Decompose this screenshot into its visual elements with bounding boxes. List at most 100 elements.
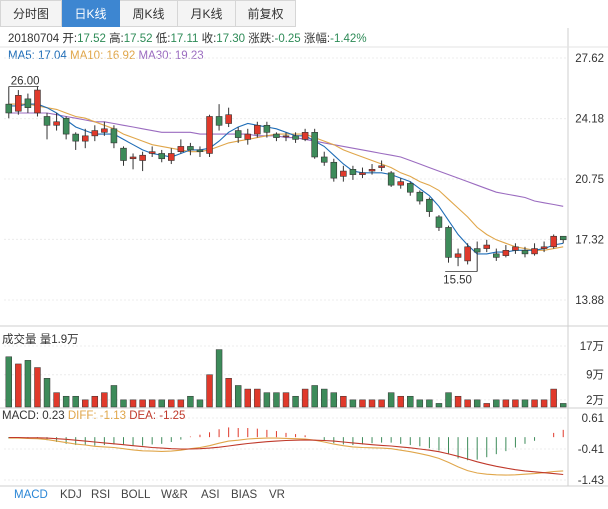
volume-bar [387,392,395,408]
dea-value: DEA: -1.25 [129,410,186,422]
indicator-tab-vr[interactable]: VR [269,489,285,501]
volume-bar [215,349,223,408]
candle-body [110,128,118,144]
candle-body [187,146,194,151]
volume-bar [340,395,347,408]
volume-bar [72,395,79,408]
price-tick-label: 24.18 [575,114,604,126]
volume-bar [426,399,433,408]
volume-bar [5,356,12,408]
candle-body [168,153,175,161]
candle-body [139,154,146,161]
volume-bar [397,395,404,408]
volume-bar [273,392,280,408]
candle-body [512,246,519,251]
volume-bar [416,399,424,408]
volume-bar [560,403,567,408]
volume-bar [292,395,299,408]
macd-value: MACD: 0.23 [2,410,65,422]
indicator-tab-asi[interactable]: ASI [201,489,220,501]
volume-bar [206,374,213,408]
volume-bar [91,395,99,408]
volume-bar [550,388,557,408]
kline-chart: 27.62 24.18 20.75 17.32 13.88 26.00 15.50 17万 9万… [0,28,608,487]
candle-body [91,130,99,137]
diff-value: DIFF: -1.13 [67,410,126,422]
candle-body [483,244,491,249]
candle-body [120,147,127,161]
candle-body [292,135,299,140]
macd-label: MACD: 0.23 DIFF: -1.13 DEA: -1.25 [2,410,185,422]
volume-label: 成交量 量1.9万 [2,334,79,346]
indicator-tab-bias[interactable]: BIAS [231,489,257,501]
volume-bar [473,399,481,408]
candle-body [320,156,328,163]
diff-line [8,437,564,476]
candle-body [368,169,376,172]
volume-bar [282,392,290,408]
volume-tick-label: 2万 [586,395,604,407]
volume-bar [187,395,194,408]
candle-body [196,149,204,153]
candle-body [301,132,309,140]
volume-bar [407,395,414,408]
candle-body [378,165,385,168]
candle-body [454,253,462,258]
indicator-tab-wr[interactable]: W&R [161,489,188,501]
candle-body [244,133,252,140]
candle-body [464,246,471,262]
price-tick-label: 27.62 [575,53,604,65]
candle-body [493,253,500,258]
price-tick-label: 17.32 [575,234,604,246]
candle-body [416,191,424,202]
candle-body [435,216,443,228]
volume-bar [512,399,519,408]
volume-bar [321,388,328,408]
volume-bar [244,388,251,408]
candle-body [24,98,32,108]
price-tick-label: 20.75 [575,174,604,186]
volume-bar [540,399,548,408]
candle-body [53,121,60,126]
volume-bar [531,399,538,408]
volume-bar [34,367,41,408]
indicator-tab-boll[interactable]: BOLL [121,489,150,501]
ma10-line [8,103,564,251]
candle-body [550,235,557,248]
candle-body [62,117,70,135]
volume-bar [43,378,51,408]
candle-body [473,248,481,253]
candle-body [387,172,395,186]
candle-body [234,130,242,138]
indicator-tabs: MACD KDJ RSI BOLL W&R ASI BIAS VR [0,486,608,509]
volume-bar [445,392,452,408]
candle-body [540,246,548,249]
candle-body [215,116,223,126]
candle-body [5,103,13,114]
candle-body [177,146,185,153]
indicator-tab-kdj[interactable]: KDJ [60,489,82,501]
candle-body [340,170,347,177]
volume-bar [254,388,261,408]
candle-body [531,248,538,255]
candle-body [129,156,137,160]
candle-body [273,133,280,138]
volume-bar [177,399,185,408]
volume-bar [62,395,70,408]
candle-body [158,153,165,160]
volume-bar [53,392,60,408]
high-annotation: 26.00 [11,76,40,88]
volume-bar [225,378,232,408]
volume-bar [435,403,443,408]
candle-body [502,250,510,256]
volume-bar [330,392,338,408]
candle-body [81,135,89,142]
volume-tick-label: 9万 [586,370,604,382]
volume-bar [483,403,490,408]
candle-body [72,133,79,142]
indicator-tab-macd[interactable]: MACD [14,489,48,501]
indicator-tab-rsi[interactable]: RSI [91,489,110,501]
volume-tick-label: 17万 [580,341,604,353]
candle-body [445,227,452,258]
volume-bar [24,360,32,408]
